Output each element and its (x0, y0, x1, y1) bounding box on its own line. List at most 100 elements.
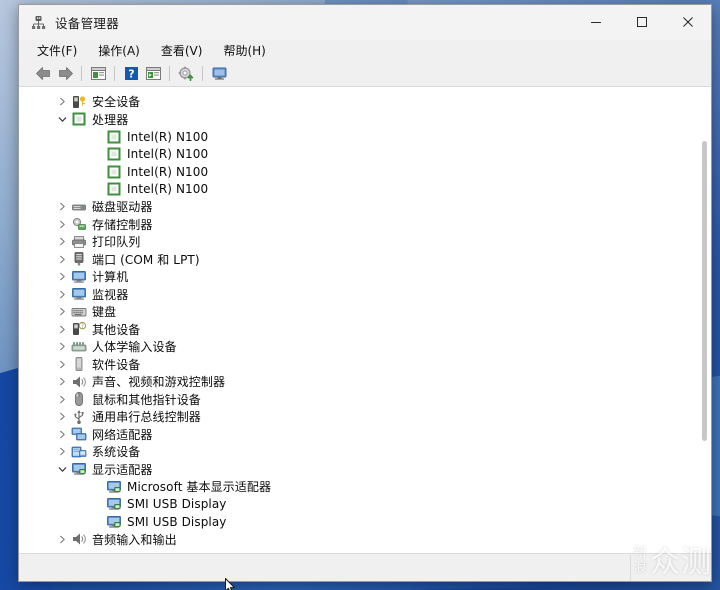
maximize-button[interactable] (619, 5, 665, 39)
chip-icon (106, 181, 122, 197)
tree-item[interactable]: 人体学输入设备 (19, 338, 697, 356)
toolbar-separator (202, 66, 203, 81)
tree-item[interactable]: 音频输入和输出 (19, 531, 697, 549)
vertical-scrollbar[interactable] (697, 88, 711, 553)
tree-item[interactable]: 打印队列 (19, 233, 697, 251)
tree-item-label: 键盘 (92, 305, 117, 320)
mouse-icon (71, 391, 87, 407)
chevron-right-icon[interactable] (57, 236, 68, 247)
tree-item[interactable]: 系统设备 (19, 443, 697, 461)
tree-item[interactable]: 存储控制器 (19, 216, 697, 234)
tree-item[interactable]: 声音、视频和游戏控制器 (19, 373, 697, 391)
update-driver-button[interactable] (175, 63, 197, 84)
chevron-right-icon[interactable] (57, 306, 68, 317)
title-bar[interactable]: 设备管理器 (19, 5, 711, 40)
processor-icon (71, 111, 87, 127)
chevron-right-icon[interactable] (57, 341, 68, 352)
tree-item[interactable]: 计算机 (19, 268, 697, 286)
print-queue-icon (71, 234, 87, 250)
window-controls (573, 5, 711, 39)
tree-item[interactable]: Intel(R) N100 (19, 163, 697, 181)
tree-item-label: 系统设备 (92, 445, 141, 460)
tree-item-label: 计算机 (92, 270, 129, 285)
tree-item[interactable]: SMI USB Display (19, 513, 697, 531)
tree-item[interactable]: 网络适配器 (19, 426, 697, 444)
chevron-right-icon[interactable] (57, 429, 68, 440)
show-hidden-button[interactable] (142, 63, 164, 84)
properties-button[interactable] (87, 63, 109, 84)
sound-icon (71, 374, 87, 390)
toolbar: ? (19, 61, 711, 87)
tree-item[interactable]: 显示适配器 (19, 461, 697, 479)
tree-item-label: 网络适配器 (92, 427, 153, 442)
tree-item-label: Intel(R) N100 (127, 147, 209, 162)
window-play-icon (145, 67, 161, 80)
toolbar-separator (169, 66, 170, 81)
chevron-right-icon[interactable] (57, 289, 68, 300)
scan-hardware-button[interactable] (208, 63, 230, 84)
tree-item[interactable]: 处理器 (19, 111, 697, 129)
tree-item-label: SMI USB Display (127, 497, 227, 512)
chevron-down-icon[interactable] (57, 114, 68, 125)
tree-item-label: SMI USB Display (127, 514, 227, 529)
tree-item-label: 通用串行总线控制器 (92, 410, 201, 425)
tree-item[interactable]: 软件设备 (19, 356, 697, 374)
tree-item[interactable]: 鼠标和其他指针设备 (19, 391, 697, 409)
status-bar (19, 553, 711, 581)
tree-item[interactable]: 磁盘驱动器 (19, 198, 697, 216)
tree-item[interactable]: 端口 (COM 和 LPT) (19, 251, 697, 269)
disk-drive-icon (71, 199, 87, 215)
chevron-right-icon[interactable] (57, 96, 68, 107)
tree-item[interactable]: Intel(R) N100 (19, 128, 697, 146)
menu-view[interactable]: 查看(V) (161, 42, 203, 59)
chevron-right-icon[interactable] (57, 201, 68, 212)
device-manager-window: 设备管理器 文件(F) 操作(A) 查看(V) 帮助(H) ? 安全设备 处理器… (18, 4, 712, 582)
device-tree[interactable]: 安全设备 处理器 Intel(R) N100 Intel(R) N100 Intel(R… (19, 93, 697, 553)
menu-help[interactable]: 帮助(H) (223, 42, 265, 59)
tree-item-label: 声音、视频和游戏控制器 (92, 375, 226, 390)
tree-item[interactable]: 监视器 (19, 286, 697, 304)
device-tree-panel: 安全设备 处理器 Intel(R) N100 Intel(R) N100 Intel(R… (19, 87, 711, 553)
menu-file[interactable]: 文件(F) (37, 42, 77, 59)
close-button[interactable] (665, 5, 711, 39)
tree-item[interactable]: 安全设备 (19, 93, 697, 111)
software-device-icon (71, 356, 87, 372)
tree-item[interactable]: 键盘 (19, 303, 697, 321)
status-divider (630, 554, 631, 581)
tree-item-label: 安全设备 (92, 95, 141, 110)
display-adapter-icon (71, 461, 87, 477)
tree-item[interactable]: 通用串行总线控制器 (19, 408, 697, 426)
chevron-down-icon[interactable] (57, 464, 68, 475)
chevron-right-icon[interactable] (57, 534, 68, 545)
arrow-left-icon (35, 67, 50, 80)
tree-item[interactable]: SMI USB Display (19, 496, 697, 514)
question-mark-icon: ? (124, 67, 138, 81)
chevron-right-icon[interactable] (57, 324, 68, 335)
tree-item[interactable]: Intel(R) N100 (19, 181, 697, 199)
help-button[interactable]: ? (120, 63, 142, 84)
tree-item-label: 人体学输入设备 (92, 340, 177, 355)
svg-text:?: ? (128, 68, 134, 81)
chevron-right-icon[interactable] (57, 446, 68, 457)
chevron-right-icon[interactable] (57, 219, 68, 230)
tree-item[interactable]: Microsoft 基本显示适配器 (19, 478, 697, 496)
svg-text:?: ? (81, 324, 84, 330)
menu-bar: 文件(F) 操作(A) 查看(V) 帮助(H) (19, 40, 711, 61)
forward-button[interactable] (54, 63, 76, 84)
chevron-right-icon[interactable] (57, 359, 68, 370)
chevron-right-icon[interactable] (57, 411, 68, 422)
audio-io-icon (71, 531, 87, 547)
tree-item[interactable]: ? 其他设备 (19, 321, 697, 339)
chevron-right-icon[interactable] (57, 254, 68, 265)
scrollbar-thumb[interactable] (702, 141, 707, 441)
tree-item[interactable]: Intel(R) N100 (19, 146, 697, 164)
menu-action[interactable]: 操作(A) (98, 42, 140, 59)
minimize-button[interactable] (573, 5, 619, 39)
back-button[interactable] (32, 63, 54, 84)
chevron-right-icon[interactable] (57, 271, 68, 282)
chevron-right-icon[interactable] (57, 376, 68, 387)
chevron-right-icon[interactable] (57, 394, 68, 405)
